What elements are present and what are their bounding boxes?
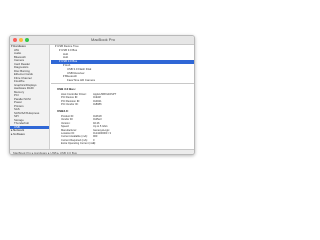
detail-key: Extra Operating Current (mA): xyxy=(61,142,96,146)
detail-row: PCI Vendor ID: 0x8086 xyxy=(61,103,181,106)
window-title: MacBook Pro xyxy=(90,37,115,42)
sidebar-item[interactable]: ▸ Software xyxy=(10,133,49,137)
detail-row: Extra Operating Current (mA): 0 xyxy=(61,142,181,145)
bus-heading: USB 3.0 Bus: xyxy=(57,87,76,91)
device-tree-row[interactable]: FaceTime HD Camera xyxy=(51,79,194,83)
device-heading: USB3.0: xyxy=(57,109,69,113)
close-button[interactable] xyxy=(13,38,17,42)
detail-value: 0x8086 xyxy=(93,103,102,107)
minimize-button[interactable] xyxy=(19,38,23,42)
details-pane: USB 3.0 Bus: USB3.0: Host Controller Dri… xyxy=(51,85,194,149)
title-bar: MacBook Pro xyxy=(10,36,194,45)
detail-value: 0 xyxy=(93,142,95,146)
usb-device-tree: ▾ USB Device Tree ▾ USB 3.0 Bus Hub Hub ▾ US… xyxy=(51,45,194,84)
system-information-window: MacBook Pro ▾ Hardware ATA Audio Bluetooth C… xyxy=(9,35,195,155)
sidebar: ▾ Hardware ATA Audio Bluetooth Camera Card Re… xyxy=(10,45,50,149)
status-bar: MacBook Pro ▸ Hardware ▸ USB ▸ USB 3.0 B… xyxy=(10,149,194,155)
breadcrumb: MacBook Pro ▸ Hardware ▸ USB ▸ USB 3.0 B… xyxy=(13,151,77,155)
detail-key: PCI Vendor ID: xyxy=(61,103,79,107)
zoom-button[interactable] xyxy=(25,38,29,42)
